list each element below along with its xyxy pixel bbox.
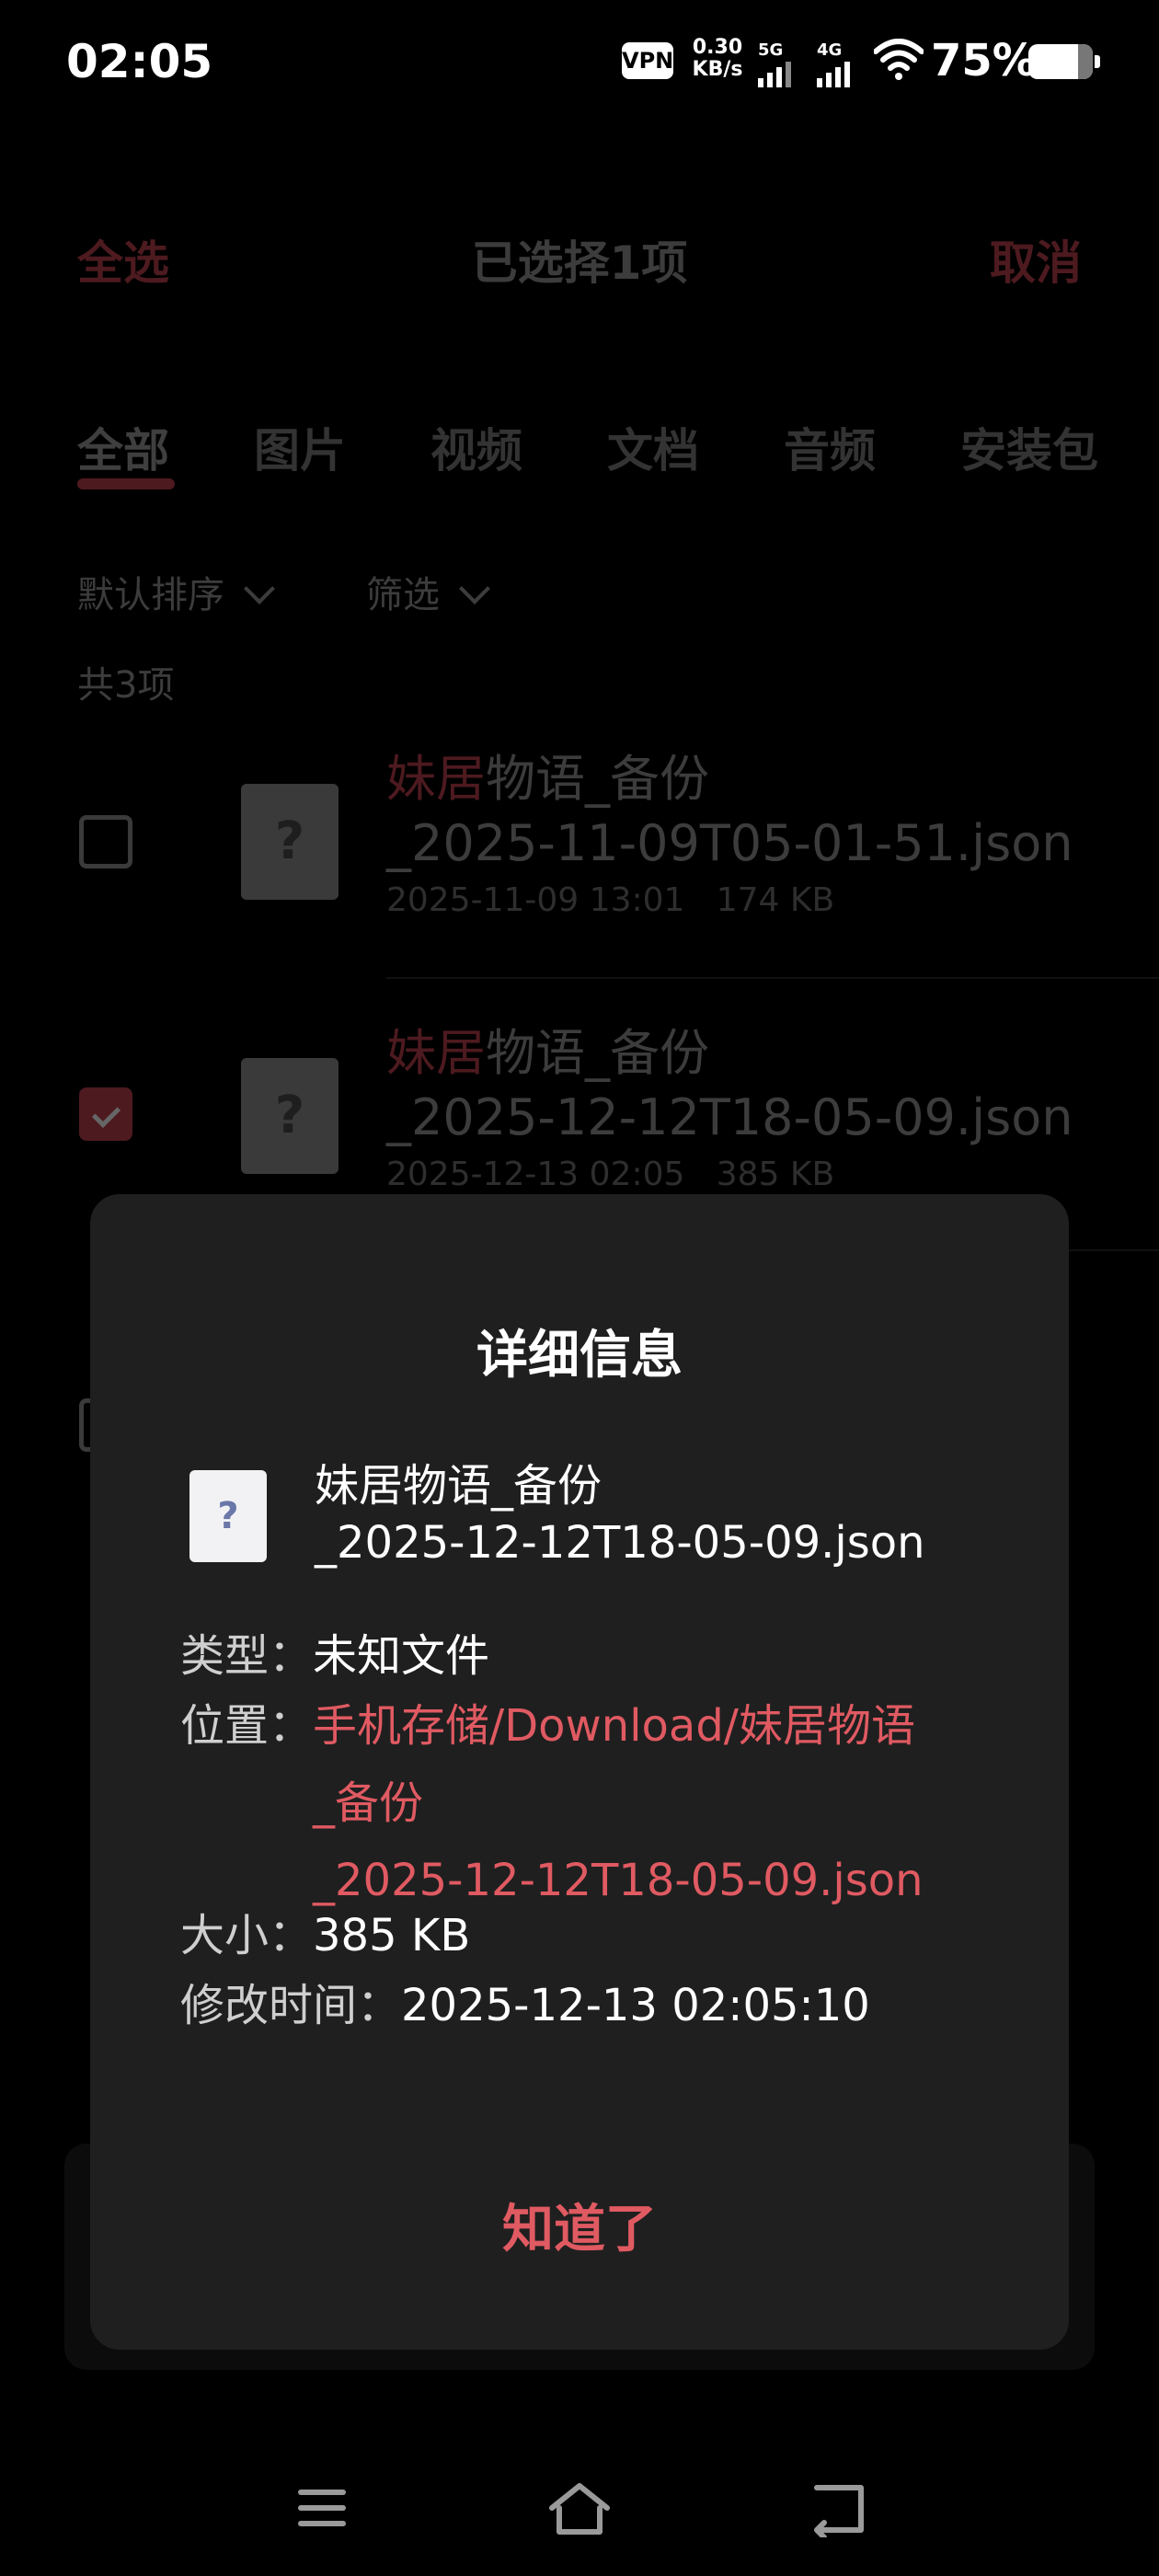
sort-label: 默认排序 [77, 574, 224, 616]
battery-percent: 75% [931, 35, 1037, 86]
ok-button[interactable]: 知道了 [90, 2188, 1069, 2262]
file-name-line2: _2025-12-12T18-05-09.json [386, 1088, 1073, 1146]
chevron-down-icon [459, 573, 490, 604]
file-name: 妹居物语_备份 [386, 750, 709, 808]
file-unknown-icon: ? [189, 1470, 267, 1562]
list-item[interactable]: 妹居物语_备份 _2025-12-12T18-05-09.json 2025-1… [386, 1021, 1073, 1193]
wifi-icon [874, 39, 924, 80]
home-icon[interactable] [546, 2480, 613, 2537]
dialog-title: 详细信息 [476, 1326, 683, 1386]
signal-5g-label: 5G [758, 40, 784, 60]
modified-label: 修改时间： [180, 1980, 402, 2031]
vpn-badge: VPN [622, 42, 673, 79]
file-unknown-icon: ? [241, 1058, 339, 1174]
modified-value: 2025-12-13 02:05:10 [401, 1980, 870, 2031]
size-row: 大小：385 KB [180, 1897, 470, 1974]
file-name: 妹居物语_备份 [386, 1024, 709, 1082]
divider [386, 977, 1159, 979]
signal-4g: 4G [817, 40, 850, 87]
network-speed: 0.30 KB/s [692, 37, 743, 81]
file-name-line2: _2025-11-09T05-01-51.json [386, 814, 1073, 872]
category-tabs: 全部 图片 视频 文档 音频 安装包 [77, 414, 1159, 480]
file-meta: 2025-11-09 13:01 174 KB [386, 881, 835, 919]
file-meta: 2025-12-13 02:05 385 KB [386, 1156, 835, 1193]
size-value: 385 KB [313, 1910, 471, 1961]
location-row: 位置： 手机存储/Download/妹居物语 _备份 _2025-12-12T1… [180, 1687, 924, 1919]
chevron-down-icon [244, 573, 275, 604]
details-dialog: 详细信息 ? 妹居物语_备份 _2025-12-12T18-05-09.json… [90, 1194, 1069, 2350]
signal-5g: 5G [758, 40, 791, 87]
location-link[interactable]: 手机存储/Download/妹居物语 _备份 _2025-12-12T18-05… [313, 1687, 924, 1919]
item-count: 共3项 [77, 664, 175, 707]
size-label: 大小： [180, 1910, 314, 1961]
type-value: 未知文件 [313, 1630, 490, 1682]
filter-label: 筛选 [366, 574, 440, 616]
filter-dropdown[interactable]: 筛选 [366, 565, 490, 618]
signal-icon [817, 62, 850, 87]
type-label: 类型： [180, 1630, 314, 1682]
file-checkbox-checked[interactable] [79, 1087, 132, 1141]
network-speed-value: 0.30 [692, 36, 743, 59]
battery-icon [1028, 44, 1100, 79]
status-time: 02:05 [66, 35, 213, 88]
dialog-file-name: 妹居物语_备份 _2025-12-12T18-05-09.json [315, 1460, 925, 1569]
selected-count: 已选择1项 [471, 236, 688, 290]
signal-icon [758, 62, 791, 87]
tab-indicator [77, 478, 175, 489]
tab-documents[interactable]: 文档 [607, 414, 699, 480]
back-icon[interactable] [809, 2480, 868, 2537]
file-checkbox[interactable] [79, 815, 132, 868]
cancel-button[interactable]: 取消 [990, 226, 1082, 293]
type-row: 类型：未知文件 [180, 1617, 489, 1695]
location-label: 位置： [180, 1700, 314, 1752]
tab-audio[interactable]: 音频 [784, 414, 876, 480]
tab-videos[interactable]: 视频 [430, 414, 522, 480]
network-speed-unit: KB/s [692, 58, 743, 81]
sort-dropdown[interactable]: 默认排序 [77, 565, 275, 618]
tab-packages[interactable]: 安装包 [960, 414, 1098, 480]
list-item[interactable]: 妹居物语_备份 _2025-11-09T05-01-51.json 2025-1… [386, 747, 1073, 919]
file-unknown-icon: ? [241, 784, 339, 900]
tab-images[interactable]: 图片 [254, 414, 346, 480]
modified-row: 修改时间：2025-12-13 02:05:10 [180, 1967, 870, 2044]
menu-icon[interactable] [298, 2490, 346, 2536]
signal-4g-label: 4G [817, 40, 843, 60]
tab-all[interactable]: 全部 [77, 414, 169, 480]
